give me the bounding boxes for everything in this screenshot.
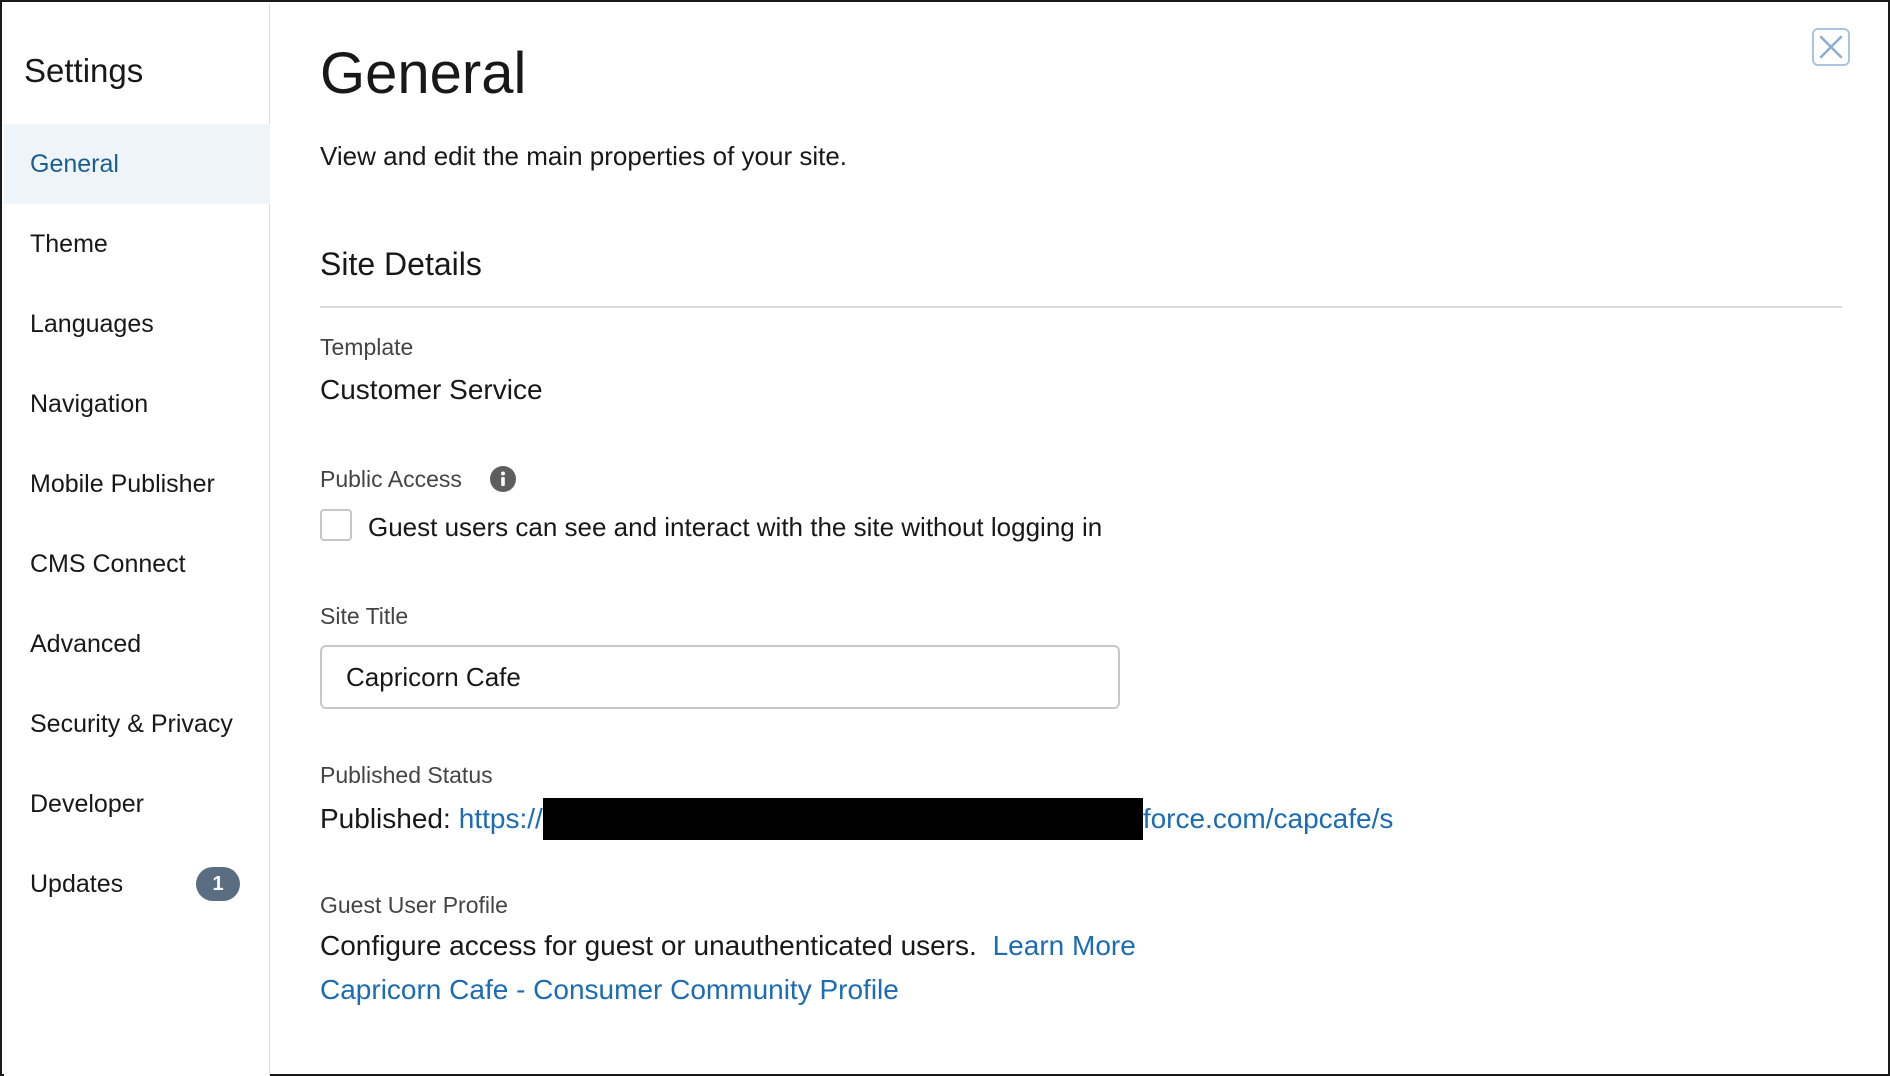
learn-more-link[interactable]: Learn More	[993, 930, 1136, 961]
sidebar-item-navigation[interactable]: Navigation	[4, 364, 270, 444]
guest-user-profile-label: Guest User Profile	[320, 892, 508, 918]
published-status-line: Published: https:// force.com/capcafe/s	[320, 798, 1393, 840]
guest-profile-link[interactable]: Capricorn Cafe - Consumer Community Prof…	[320, 974, 899, 1005]
sidebar-item-label: Mobile Publisher	[30, 469, 215, 498]
sidebar-item-label: Advanced	[30, 629, 142, 658]
sidebar-item-label: Theme	[30, 229, 108, 258]
sidebar-item-theme[interactable]: Theme	[4, 204, 270, 284]
section-divider	[320, 306, 1842, 308]
sidebar-item-label: Updates	[30, 869, 124, 898]
page-description: View and edit the main properties of you…	[320, 141, 848, 171]
sidebar-item-updates[interactable]: Updates 1	[4, 844, 270, 924]
guest-user-profile-description: Configure access for guest or unauthenti…	[320, 930, 977, 961]
public-access-label: Public Access	[320, 466, 462, 492]
redacted-block	[542, 798, 1143, 840]
close-icon	[1819, 35, 1843, 59]
site-title-input[interactable]	[320, 645, 1120, 709]
sidebar-item-label: Security & Privacy	[30, 709, 233, 738]
published-status-label: Published Status	[320, 762, 493, 788]
template-value: Customer Service	[320, 374, 543, 405]
site-title-label: Site Title	[320, 603, 409, 629]
sidebar-title: Settings	[24, 52, 144, 89]
guest-profile-link-row: Capricorn Cafe - Consumer Community Prof…	[320, 974, 899, 1006]
sidebar-item-general[interactable]: General	[4, 124, 270, 204]
sidebar-item-label: Languages	[30, 309, 154, 338]
sidebar-item-label: CMS Connect	[30, 549, 186, 578]
sidebar-item-label: Developer	[30, 789, 144, 818]
close-button[interactable]	[1812, 28, 1850, 66]
sidebar-item-developer[interactable]: Developer	[4, 764, 270, 844]
sidebar-item-security-privacy[interactable]: Security & Privacy	[4, 684, 270, 764]
published-prefix: Published:	[320, 803, 451, 834]
sidebar-item-cms-connect[interactable]: CMS Connect	[4, 524, 270, 604]
sidebar-item-advanced[interactable]: Advanced	[4, 604, 270, 684]
sidebar-item-mobile-publisher[interactable]: Mobile Publisher	[4, 444, 270, 524]
section-title: Site Details	[320, 246, 482, 282]
guest-user-profile-description-line: Configure access for guest or unauthenti…	[320, 930, 1136, 962]
public-access-checkbox[interactable]	[320, 509, 352, 541]
settings-window: Settings General Theme Languages Navigat…	[0, 0, 1890, 1076]
sidebar-item-label: Navigation	[30, 389, 149, 418]
page-title: General	[320, 41, 527, 106]
sidebar-nav: General Theme Languages Navigation Mobil…	[4, 124, 270, 924]
published-url-end[interactable]: force.com/capcafe/s	[1143, 803, 1394, 835]
updates-count-badge: 1	[196, 867, 240, 901]
public-access-checkbox-label[interactable]: Guest users can see and interact with th…	[368, 512, 1102, 543]
sidebar-item-languages[interactable]: Languages	[4, 284, 270, 364]
sidebar-item-label: General	[30, 149, 119, 178]
info-icon[interactable]	[490, 466, 516, 492]
published-url-start[interactable]: https://	[459, 803, 543, 835]
settings-sidebar: Settings General Theme Languages Navigat…	[4, 4, 270, 1076]
template-label: Template	[320, 334, 414, 360]
